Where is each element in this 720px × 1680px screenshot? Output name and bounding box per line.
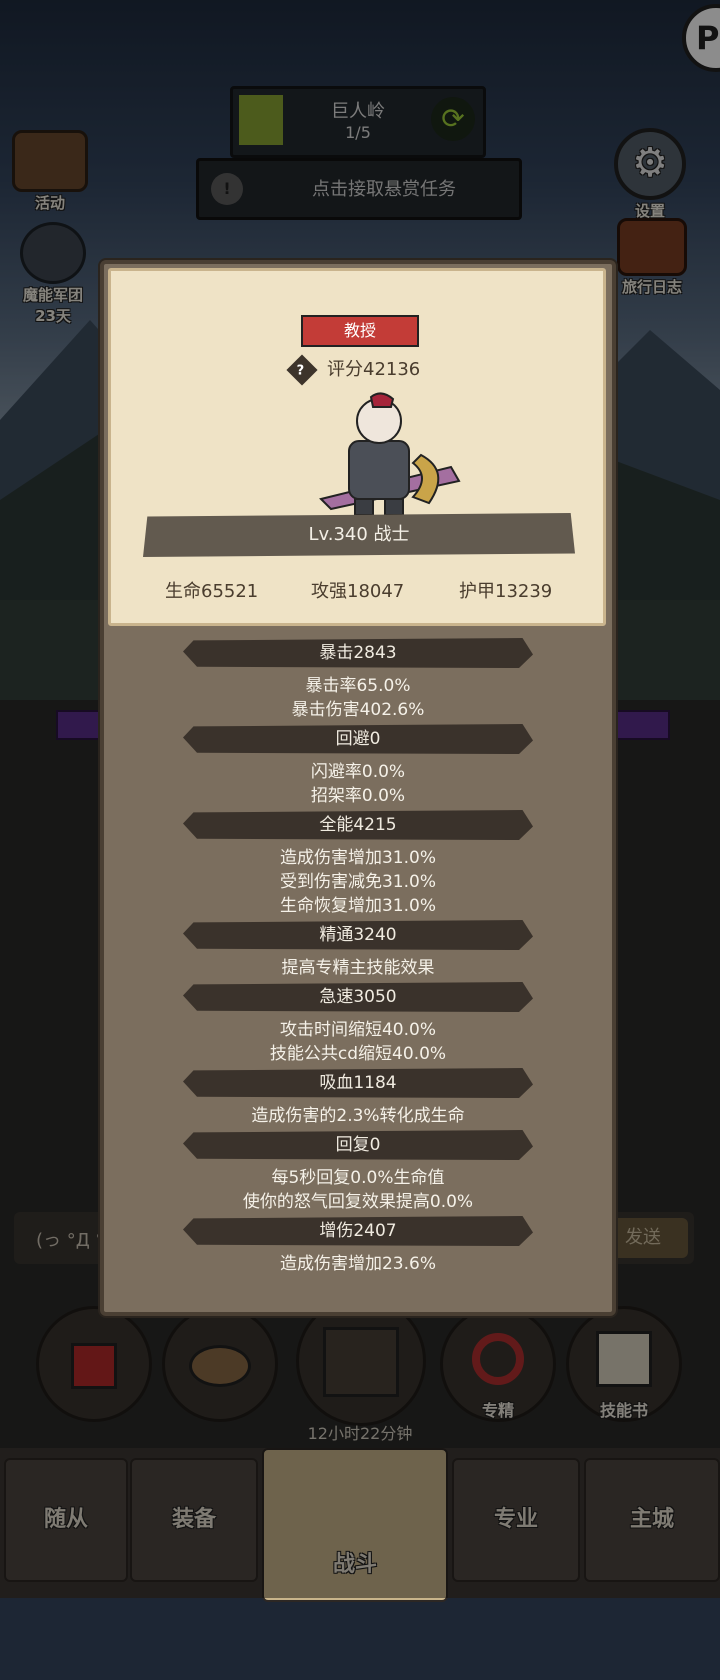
stat-line: 每5秒回复0.0%生命值: [271, 1168, 445, 1188]
stat-line: 造成伤害增加23.6%: [279, 1254, 436, 1274]
stat-header-haste: 急速3050: [183, 982, 533, 1012]
stat-line: 闪避率0.0%: [310, 762, 406, 782]
character-card: 教授 ? 评分42136 Lv.340 战士 生命65521 攻强18047 护甲…: [108, 268, 606, 626]
stat-line: 造成伤害的2.3%转化成生命: [251, 1106, 465, 1126]
stat-header-lifesteal: 吸血1184: [183, 1068, 533, 1098]
character-stats-panel: 教授 ? 评分42136 Lv.340 战士 生命65521 攻强18047 护甲…: [100, 260, 616, 1316]
stat-header-regen: 回复0: [183, 1130, 533, 1160]
stat-line: 使你的怒气回复效果提高0.0%: [242, 1192, 474, 1212]
stat-line: 造成伤害增加31.0%: [279, 848, 436, 868]
stat-list: 暴击2843 暴击率65.0% 暴击伤害402.6% 回避0 闪避率0.0% 招…: [104, 636, 612, 1276]
score-value: 评分42136: [327, 359, 421, 380]
armor-stat: 护甲13239: [459, 581, 553, 602]
stat-header-versatility: 全能4215: [183, 810, 533, 840]
stat-line: 暴击伤害402.6%: [291, 700, 425, 720]
stat-line: 攻击时间缩短40.0%: [279, 1020, 436, 1040]
score-row: ? 评分42136: [286, 354, 421, 386]
stat-header-mastery: 精通3240: [183, 920, 533, 950]
hp-stat: 生命65521: [165, 581, 259, 602]
stat-header-damage-bonus: 增伤2407: [183, 1216, 533, 1246]
rank-badge: 教授: [301, 315, 419, 347]
level-class-band: Lv.340 战士: [143, 513, 575, 557]
stat-line: 技能公共cd缩短40.0%: [269, 1044, 447, 1064]
stat-line: 招架率0.0%: [310, 786, 406, 806]
attack-stat: 攻强18047: [311, 581, 405, 602]
stat-header-crit: 暴击2843: [183, 638, 533, 668]
warrior-portrait: [319, 392, 461, 516]
stat-line: 暴击率65.0%: [305, 676, 411, 696]
stat-line: 生命恢复增加31.0%: [279, 896, 436, 916]
stat-header-avoidance: 回避0: [183, 724, 533, 754]
stat-line: 受到伤害减免31.0%: [279, 872, 436, 892]
stat-line: 提高专精主技能效果: [281, 958, 435, 978]
